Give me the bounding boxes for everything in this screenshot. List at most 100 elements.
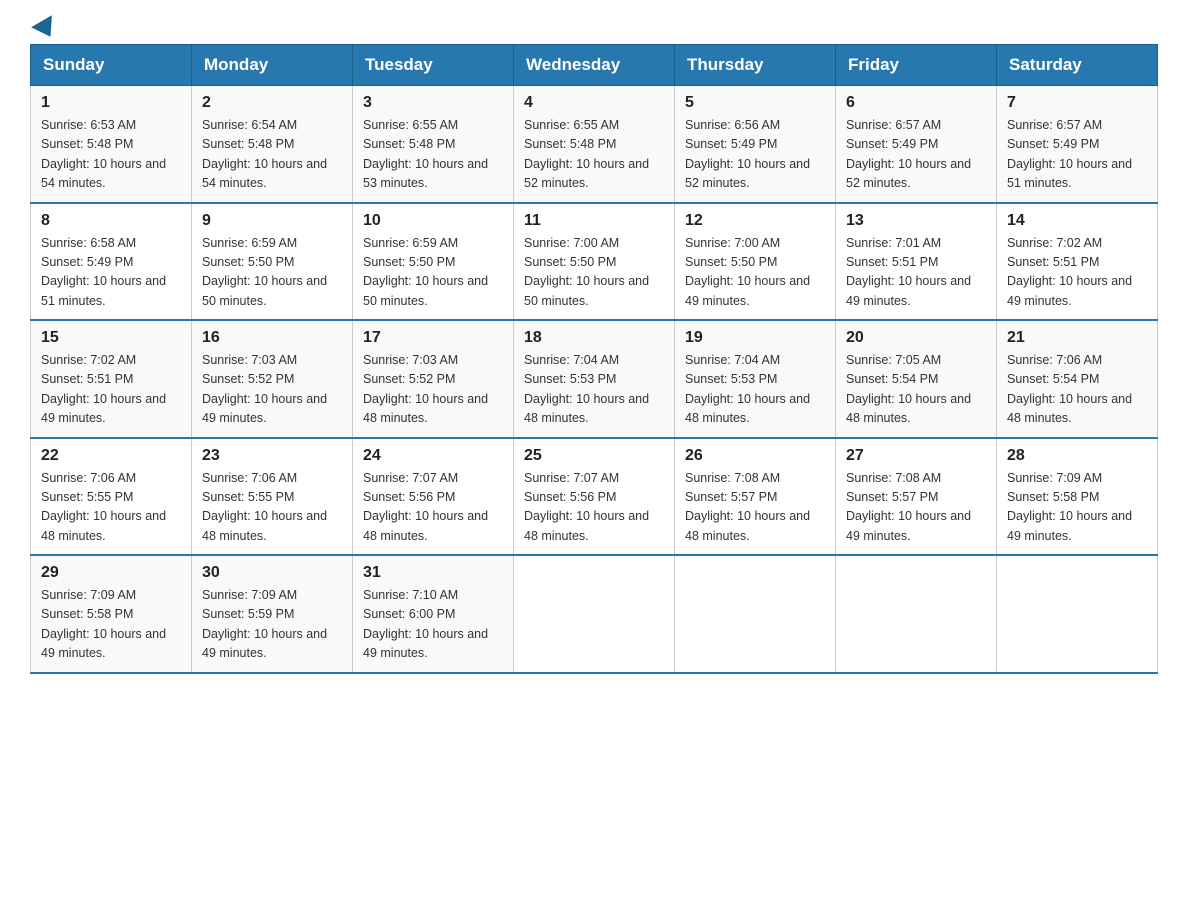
day-number: 28 <box>1007 447 1147 465</box>
col-header-monday: Monday <box>192 45 353 86</box>
col-header-wednesday: Wednesday <box>514 45 675 86</box>
calendar-week-row: 15 Sunrise: 7:02 AMSunset: 5:51 PMDaylig… <box>31 320 1158 438</box>
day-info: Sunrise: 7:00 AMSunset: 5:50 PMDaylight:… <box>524 234 664 312</box>
day-info: Sunrise: 6:59 AMSunset: 5:50 PMDaylight:… <box>202 234 342 312</box>
day-number: 12 <box>685 212 825 230</box>
calendar-cell <box>514 555 675 673</box>
day-number: 8 <box>41 212 181 230</box>
calendar-cell: 7 Sunrise: 6:57 AMSunset: 5:49 PMDayligh… <box>997 86 1158 203</box>
day-info: Sunrise: 7:08 AMSunset: 5:57 PMDaylight:… <box>685 469 825 547</box>
day-info: Sunrise: 7:04 AMSunset: 5:53 PMDaylight:… <box>524 351 664 429</box>
day-number: 10 <box>363 212 503 230</box>
day-number: 25 <box>524 447 664 465</box>
day-number: 14 <box>1007 212 1147 230</box>
day-number: 13 <box>846 212 986 230</box>
day-number: 29 <box>41 564 181 582</box>
col-header-saturday: Saturday <box>997 45 1158 86</box>
day-info: Sunrise: 7:06 AMSunset: 5:55 PMDaylight:… <box>41 469 181 547</box>
calendar-cell: 18 Sunrise: 7:04 AMSunset: 5:53 PMDaylig… <box>514 320 675 438</box>
day-number: 16 <box>202 329 342 347</box>
day-number: 1 <box>41 94 181 112</box>
calendar-cell: 17 Sunrise: 7:03 AMSunset: 5:52 PMDaylig… <box>353 320 514 438</box>
day-info: Sunrise: 6:57 AMSunset: 5:49 PMDaylight:… <box>1007 116 1147 194</box>
calendar-cell: 30 Sunrise: 7:09 AMSunset: 5:59 PMDaylig… <box>192 555 353 673</box>
day-number: 27 <box>846 447 986 465</box>
day-info: Sunrise: 7:09 AMSunset: 5:58 PMDaylight:… <box>41 586 181 664</box>
day-number: 20 <box>846 329 986 347</box>
calendar-table: SundayMondayTuesdayWednesdayThursdayFrid… <box>30 44 1158 674</box>
day-number: 15 <box>41 329 181 347</box>
day-info: Sunrise: 6:55 AMSunset: 5:48 PMDaylight:… <box>363 116 503 194</box>
day-info: Sunrise: 7:03 AMSunset: 5:52 PMDaylight:… <box>363 351 503 429</box>
calendar-cell: 29 Sunrise: 7:09 AMSunset: 5:58 PMDaylig… <box>31 555 192 673</box>
page-header <box>30 20 1158 34</box>
calendar-cell: 15 Sunrise: 7:02 AMSunset: 5:51 PMDaylig… <box>31 320 192 438</box>
calendar-cell: 20 Sunrise: 7:05 AMSunset: 5:54 PMDaylig… <box>836 320 997 438</box>
day-info: Sunrise: 7:07 AMSunset: 5:56 PMDaylight:… <box>363 469 503 547</box>
calendar-cell: 6 Sunrise: 6:57 AMSunset: 5:49 PMDayligh… <box>836 86 997 203</box>
day-number: 2 <box>202 94 342 112</box>
day-info: Sunrise: 6:54 AMSunset: 5:48 PMDaylight:… <box>202 116 342 194</box>
day-number: 23 <box>202 447 342 465</box>
calendar-cell: 3 Sunrise: 6:55 AMSunset: 5:48 PMDayligh… <box>353 86 514 203</box>
calendar-header-row: SundayMondayTuesdayWednesdayThursdayFrid… <box>31 45 1158 86</box>
day-info: Sunrise: 6:56 AMSunset: 5:49 PMDaylight:… <box>685 116 825 194</box>
calendar-week-row: 8 Sunrise: 6:58 AMSunset: 5:49 PMDayligh… <box>31 203 1158 321</box>
day-info: Sunrise: 6:55 AMSunset: 5:48 PMDaylight:… <box>524 116 664 194</box>
calendar-cell: 16 Sunrise: 7:03 AMSunset: 5:52 PMDaylig… <box>192 320 353 438</box>
day-info: Sunrise: 7:07 AMSunset: 5:56 PMDaylight:… <box>524 469 664 547</box>
day-number: 22 <box>41 447 181 465</box>
calendar-cell: 12 Sunrise: 7:00 AMSunset: 5:50 PMDaylig… <box>675 203 836 321</box>
day-number: 19 <box>685 329 825 347</box>
calendar-cell: 25 Sunrise: 7:07 AMSunset: 5:56 PMDaylig… <box>514 438 675 556</box>
calendar-cell <box>675 555 836 673</box>
calendar-week-row: 29 Sunrise: 7:09 AMSunset: 5:58 PMDaylig… <box>31 555 1158 673</box>
calendar-cell: 24 Sunrise: 7:07 AMSunset: 5:56 PMDaylig… <box>353 438 514 556</box>
calendar-cell <box>836 555 997 673</box>
day-info: Sunrise: 6:59 AMSunset: 5:50 PMDaylight:… <box>363 234 503 312</box>
day-info: Sunrise: 7:01 AMSunset: 5:51 PMDaylight:… <box>846 234 986 312</box>
calendar-cell: 27 Sunrise: 7:08 AMSunset: 5:57 PMDaylig… <box>836 438 997 556</box>
calendar-cell: 8 Sunrise: 6:58 AMSunset: 5:49 PMDayligh… <box>31 203 192 321</box>
calendar-cell: 23 Sunrise: 7:06 AMSunset: 5:55 PMDaylig… <box>192 438 353 556</box>
day-info: Sunrise: 7:00 AMSunset: 5:50 PMDaylight:… <box>685 234 825 312</box>
col-header-sunday: Sunday <box>31 45 192 86</box>
day-info: Sunrise: 6:57 AMSunset: 5:49 PMDaylight:… <box>846 116 986 194</box>
logo-arrow-icon <box>31 15 61 43</box>
day-number: 18 <box>524 329 664 347</box>
calendar-cell: 10 Sunrise: 6:59 AMSunset: 5:50 PMDaylig… <box>353 203 514 321</box>
day-info: Sunrise: 7:02 AMSunset: 5:51 PMDaylight:… <box>41 351 181 429</box>
day-number: 3 <box>363 94 503 112</box>
day-number: 5 <box>685 94 825 112</box>
calendar-cell: 14 Sunrise: 7:02 AMSunset: 5:51 PMDaylig… <box>997 203 1158 321</box>
calendar-cell: 28 Sunrise: 7:09 AMSunset: 5:58 PMDaylig… <box>997 438 1158 556</box>
calendar-cell: 13 Sunrise: 7:01 AMSunset: 5:51 PMDaylig… <box>836 203 997 321</box>
day-number: 26 <box>685 447 825 465</box>
logo <box>30 20 58 34</box>
calendar-week-row: 1 Sunrise: 6:53 AMSunset: 5:48 PMDayligh… <box>31 86 1158 203</box>
day-info: Sunrise: 7:06 AMSunset: 5:55 PMDaylight:… <box>202 469 342 547</box>
calendar-cell: 22 Sunrise: 7:06 AMSunset: 5:55 PMDaylig… <box>31 438 192 556</box>
day-number: 9 <box>202 212 342 230</box>
day-number: 6 <box>846 94 986 112</box>
day-info: Sunrise: 7:09 AMSunset: 5:59 PMDaylight:… <box>202 586 342 664</box>
calendar-cell: 21 Sunrise: 7:06 AMSunset: 5:54 PMDaylig… <box>997 320 1158 438</box>
day-info: Sunrise: 7:04 AMSunset: 5:53 PMDaylight:… <box>685 351 825 429</box>
day-info: Sunrise: 6:58 AMSunset: 5:49 PMDaylight:… <box>41 234 181 312</box>
col-header-tuesday: Tuesday <box>353 45 514 86</box>
calendar-cell: 2 Sunrise: 6:54 AMSunset: 5:48 PMDayligh… <box>192 86 353 203</box>
day-number: 4 <box>524 94 664 112</box>
day-number: 21 <box>1007 329 1147 347</box>
day-number: 17 <box>363 329 503 347</box>
calendar-cell: 11 Sunrise: 7:00 AMSunset: 5:50 PMDaylig… <box>514 203 675 321</box>
day-info: Sunrise: 7:08 AMSunset: 5:57 PMDaylight:… <box>846 469 986 547</box>
day-info: Sunrise: 7:10 AMSunset: 6:00 PMDaylight:… <box>363 586 503 664</box>
day-number: 30 <box>202 564 342 582</box>
calendar-cell: 19 Sunrise: 7:04 AMSunset: 5:53 PMDaylig… <box>675 320 836 438</box>
day-number: 31 <box>363 564 503 582</box>
day-info: Sunrise: 6:53 AMSunset: 5:48 PMDaylight:… <box>41 116 181 194</box>
calendar-cell: 31 Sunrise: 7:10 AMSunset: 6:00 PMDaylig… <box>353 555 514 673</box>
day-info: Sunrise: 7:02 AMSunset: 5:51 PMDaylight:… <box>1007 234 1147 312</box>
day-info: Sunrise: 7:03 AMSunset: 5:52 PMDaylight:… <box>202 351 342 429</box>
day-number: 24 <box>363 447 503 465</box>
